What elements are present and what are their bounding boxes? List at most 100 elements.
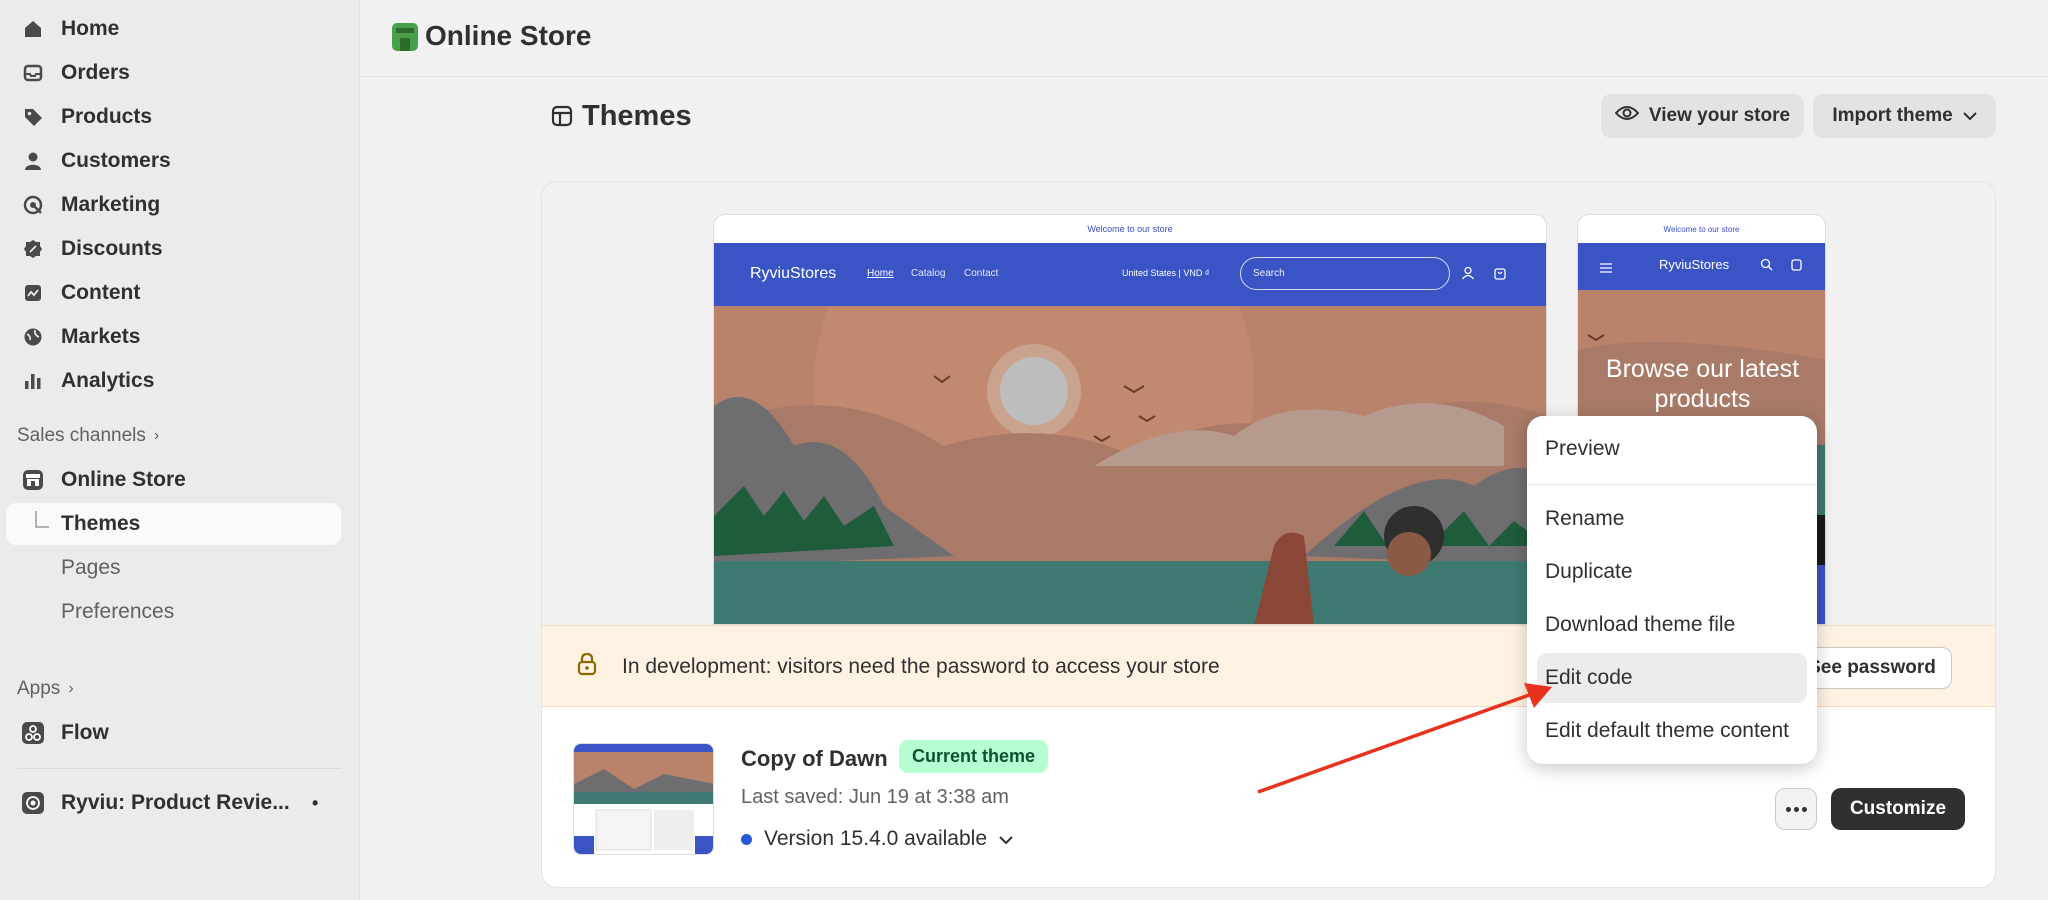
hero-banner-illustration	[714, 215, 1546, 624]
eye-icon	[1614, 104, 1640, 128]
current-theme-badge: Current theme	[899, 740, 1049, 773]
apps-header[interactable]: Apps ›	[17, 678, 74, 700]
menu-item-duplicate[interactable]: Duplicate	[1537, 547, 1807, 597]
sidebar-item-label: Ryviu: Product Revie...	[61, 791, 290, 814]
bar-chart-icon	[20, 368, 46, 394]
sidebar-item-label: Discounts	[61, 237, 163, 260]
announcement-bar: Welcome to our store	[1087, 224, 1173, 234]
topbar-title: Online Store	[425, 20, 592, 51]
nav-link-contact: Contact	[964, 268, 999, 279]
menu-item-label: Preview	[1545, 437, 1620, 460]
sidebar-item-label: Home	[61, 17, 120, 40]
menu-item-edit-default-theme-content[interactable]: Edit default theme content	[1537, 706, 1807, 756]
theme-thumbnail[interactable]	[573, 743, 714, 855]
desktop-preview: Welcome to our store RyviuStores Home Ca…	[713, 214, 1547, 625]
menu-item-label: Rename	[1545, 507, 1625, 530]
dot	[1801, 806, 1807, 812]
sidebar-item-label: Marketing	[61, 193, 161, 216]
sidebar-item-label: Customers	[61, 149, 171, 172]
menu-item-label: Edit default theme content	[1545, 719, 1789, 742]
sales-channels-header[interactable]: Sales channels ›	[17, 425, 159, 447]
sidebar-item-products[interactable]: Products	[6, 96, 341, 138]
view-store-button[interactable]: View your store	[1601, 94, 1804, 138]
sidebar-item-label: Products	[61, 105, 153, 128]
version-dropdown[interactable]: Version 15.4.0 available	[741, 827, 1013, 851]
sidebar-item-label: Online Store	[61, 468, 186, 491]
sidebar-item-flow[interactable]: Flow	[6, 712, 341, 754]
sidebar-item-label: Markets	[61, 325, 141, 348]
target-icon	[20, 192, 46, 218]
themes-page-icon	[551, 105, 573, 132]
ryviu-app-icon	[20, 790, 46, 816]
sidebar-item-label: Content	[61, 281, 141, 304]
content-icon	[20, 280, 46, 306]
store-name: RyviuStores	[750, 265, 837, 282]
version-label: Version 15.4.0 available	[764, 827, 987, 850]
mobile-site-header: RyviuStores	[1578, 243, 1825, 290]
dot	[1793, 806, 1799, 812]
page-title: Themes	[582, 100, 692, 132]
flow-icon	[20, 720, 46, 746]
cart-icon	[1493, 266, 1507, 285]
menu-item-rename[interactable]: Rename	[1537, 494, 1807, 544]
account-icon	[1461, 266, 1475, 285]
import-theme-label: Import theme	[1832, 105, 1953, 126]
notice-text: In development: visitors need the passwo…	[622, 655, 1220, 678]
customize-button[interactable]: Customize	[1831, 788, 1965, 830]
currency-selector: United States | VND ₫	[1122, 268, 1210, 278]
apps-label: Apps	[17, 678, 61, 699]
globe-icon	[20, 324, 46, 350]
sidebar-divider	[17, 768, 342, 769]
chevron-right-icon: ›	[153, 427, 160, 444]
topbar: Online Store	[361, 0, 2048, 77]
mobile-store-name: RyviuStores	[1659, 257, 1730, 272]
menu-item-download-theme-file[interactable]: Download theme file	[1537, 600, 1807, 650]
sidebar-item-preferences[interactable]: Preferences	[6, 591, 341, 633]
sidebar-item-orders[interactable]: Orders	[6, 52, 341, 94]
sidebar-item-home[interactable]: Home	[6, 8, 341, 50]
preview-search-placeholder: Search	[1253, 268, 1285, 279]
sidebar-item-discounts[interactable]: Discounts	[6, 228, 341, 270]
sidebar-item-marketing[interactable]: Marketing	[6, 184, 341, 226]
last-saved-text: Last saved: Jun 19 at 3:38 am	[741, 786, 1009, 808]
home-icon	[20, 16, 46, 42]
sidebar-item-themes[interactable]: Themes	[6, 503, 341, 545]
tree-branch-icon	[30, 511, 56, 537]
menu-item-label: Download theme file	[1545, 613, 1736, 636]
lock-icon	[577, 652, 597, 681]
menu-item-label: Duplicate	[1545, 560, 1633, 583]
mobile-search-icon	[1760, 258, 1773, 276]
sales-channels-label: Sales channels	[17, 425, 146, 446]
chevron-down-icon	[1962, 105, 1977, 127]
theme-name: Copy of Dawn	[741, 746, 888, 771]
theme-actions-menu: Preview Rename Duplicate Download theme …	[1527, 416, 1817, 764]
sidebar-item-content[interactable]: Content	[6, 272, 341, 314]
nav-link-catalog: Catalog	[911, 268, 946, 279]
import-theme-button[interactable]: Import theme	[1813, 94, 1996, 138]
sidebar-item-customers[interactable]: Customers	[6, 140, 341, 182]
sidebar-item-label: Pages	[61, 556, 121, 579]
menu-item-preview[interactable]: Preview	[1537, 424, 1807, 474]
menu-item-edit-code[interactable]: Edit code	[1537, 653, 1807, 703]
status-dot-icon	[741, 833, 752, 845]
inbox-icon	[20, 60, 46, 86]
hamburger-icon	[1600, 260, 1612, 278]
sidebar-item-online-store[interactable]: Online Store	[6, 459, 341, 501]
online-store-logo-icon	[391, 22, 419, 57]
sidebar-item-label: Themes	[61, 512, 141, 535]
customize-label: Customize	[1849, 798, 1947, 819]
sidebar-item-analytics[interactable]: Analytics	[6, 360, 341, 402]
chevron-right-icon: ›	[68, 680, 74, 697]
sidebar-item-ryviu[interactable]: Ryviu: Product Revie... •	[6, 782, 341, 824]
tag-icon	[20, 104, 46, 130]
store-icon	[20, 467, 46, 493]
more-actions-button[interactable]	[1775, 788, 1817, 830]
mobile-announcement-bar: Welcome to our store	[1663, 224, 1740, 234]
person-icon	[20, 148, 46, 174]
sidebar-item-label: Orders	[61, 61, 130, 84]
mobile-headline: Browse our latest products	[1605, 355, 1800, 413]
site-header: RyviuStores Home Catalog Contact United …	[714, 243, 1546, 306]
sidebar-item-pages[interactable]: Pages	[6, 547, 341, 589]
sidebar-item-markets[interactable]: Markets	[6, 316, 341, 358]
discount-icon	[20, 236, 46, 262]
